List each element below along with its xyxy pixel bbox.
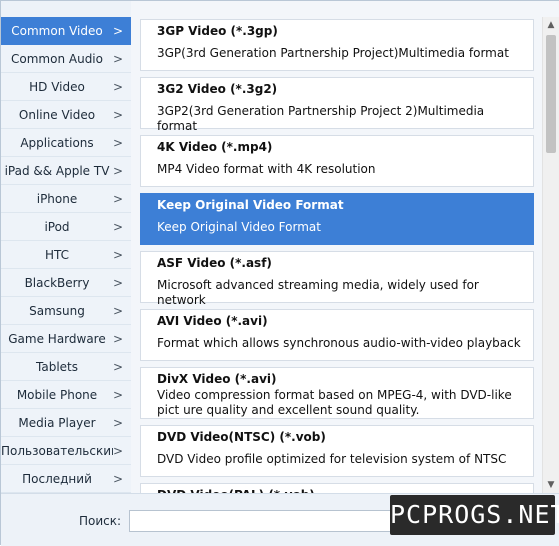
sidebar-item[interactable]: Common Audio > — [1, 45, 131, 73]
scroll-down-arrow-icon[interactable]: ▼ — [543, 477, 559, 493]
sidebar-item[interactable]: Media Player > — [1, 409, 131, 437]
sidebar-item-label: Online Video — [18, 108, 96, 122]
sidebar-item-label: Mobile Phone — [16, 388, 98, 402]
format-item[interactable]: DVD Video(PAL) (*.vob) — [140, 483, 534, 493]
list-top-strip — [131, 1, 559, 17]
format-title: ASF Video (*.asf) — [157, 256, 272, 270]
sidebar-item[interactable]: iPod > — [1, 213, 131, 241]
sidebar-item[interactable]: Mobile Phone > — [1, 381, 131, 409]
sidebar-item[interactable]: Samsung > — [1, 297, 131, 325]
sidebar-item-label: Common Video — [11, 24, 103, 38]
format-description: Microsoft advanced streaming media, wide… — [157, 278, 479, 307]
scroll-thumb[interactable] — [546, 35, 556, 153]
format-title: 4K Video (*.mp4) — [157, 140, 273, 154]
format-item[interactable]: ASF Video (*.asf) Microsoft advanced stre… — [140, 251, 534, 307]
sidebar-item-label: BlackBerry — [24, 276, 90, 290]
sidebar-item-label: Media Player — [18, 416, 96, 430]
format-description: Keep Original Video Format — [157, 220, 321, 234]
chevron-right-icon: > — [112, 416, 123, 430]
sidebar-item-label: Пользовательский — [1, 444, 113, 458]
sidebar-item[interactable]: HD Video > — [1, 73, 131, 101]
chevron-right-icon: > — [112, 332, 123, 346]
sidebar-item[interactable]: HTC > — [1, 241, 131, 269]
format-description: Format which allows synchronous audio-wi… — [157, 336, 521, 350]
watermark: PCPROGS.NET — [390, 495, 559, 535]
sidebar-item-label: Game Hardware — [8, 332, 106, 346]
sidebar-item-label: Applications — [20, 136, 94, 150]
format-title: DVD Video(NTSC) (*.vob) — [157, 430, 326, 444]
chevron-right-icon: > — [112, 220, 123, 234]
scroll-up-arrow-icon[interactable]: ▲ — [543, 17, 559, 33]
sidebar-item-label: HTC — [44, 248, 70, 262]
format-item[interactable]: 3G2 Video (*.3g2) 3GP2(3rd Generation Par… — [140, 77, 534, 133]
sidebar-item[interactable]: iPad && Apple TV > — [1, 157, 131, 185]
format-item[interactable]: DivX Video (*.avi) Video compression form… — [140, 367, 534, 419]
format-item[interactable]: 4K Video (*.mp4) MP4 Video format with 4K… — [140, 135, 534, 187]
format-item[interactable]: Keep Original Video Format Keep Original … — [140, 193, 534, 245]
chevron-right-icon: > — [112, 80, 123, 94]
chevron-right-icon: > — [112, 24, 123, 38]
chevron-right-icon: > — [112, 444, 123, 458]
sidebar-item[interactable]: Online Video > — [1, 101, 131, 129]
sidebar-item-label: iPad && Apple TV — [4, 164, 110, 178]
format-title: AVI Video (*.avi) — [157, 314, 268, 328]
chevron-right-icon: > — [112, 304, 123, 318]
search-label: Поиск: — [79, 514, 122, 528]
format-item[interactable]: AVI Video (*.avi) Format which allows syn… — [140, 309, 534, 361]
format-dialog: Common Video > Common Audio > HD Video > Onlin… — [0, 0, 559, 546]
format-list[interactable]: 3GP Video (*.3gp) 3GP(3rd Generation Part… — [131, 17, 542, 493]
category-sidebar: Common Video > Common Audio > HD Video > Onlin… — [1, 17, 131, 493]
format-description: 3GP2(3rd Generation Partnership Project … — [157, 104, 485, 133]
format-item[interactable]: DVD Video(NTSC) (*.vob) DVD Video profile… — [140, 425, 534, 477]
sidebar-item[interactable]: Common Video > — [1, 17, 131, 45]
format-title: 3GP Video (*.3gp) — [157, 24, 278, 38]
format-description: MP4 Video format with 4K resolution — [157, 162, 376, 176]
chevron-right-icon: > — [112, 52, 123, 66]
sidebar-item-label: Tablets — [36, 360, 78, 374]
format-title: 3G2 Video (*.3g2) — [157, 82, 278, 96]
chevron-right-icon: > — [112, 472, 123, 486]
sidebar-item-label: Samsung — [29, 304, 85, 318]
sidebar-item-label: Common Audio — [11, 52, 103, 66]
sidebar-item[interactable]: Applications > — [1, 129, 131, 157]
format-title: DivX Video (*.avi) — [157, 372, 277, 386]
chevron-right-icon: > — [112, 192, 123, 206]
sidebar-item[interactable]: Последний > — [1, 465, 131, 493]
chevron-right-icon: > — [112, 164, 123, 178]
format-item[interactable]: 3GP Video (*.3gp) 3GP(3rd Generation Part… — [140, 19, 534, 71]
format-list-scrollbar[interactable]: ▲ ▼ — [542, 17, 559, 493]
sidebar-item[interactable]: BlackBerry > — [1, 269, 131, 297]
sidebar-item[interactable]: iPhone > — [1, 185, 131, 213]
format-title: Keep Original Video Format — [157, 198, 344, 212]
chevron-right-icon: > — [112, 360, 123, 374]
format-description: DVD Video profile optimized for televisi… — [157, 452, 507, 466]
sidebar-item-label: HD Video — [29, 80, 85, 94]
sidebar-item-label: iPhone — [36, 192, 78, 206]
format-description: 3GP(3rd Generation Partnership Project)M… — [157, 46, 509, 60]
sidebar-item[interactable]: Game Hardware > — [1, 325, 131, 353]
sidebar-item-label: iPod — [44, 220, 70, 234]
sidebar-item-label: Последний — [22, 472, 92, 486]
sidebar-item[interactable]: Пользовательский > — [1, 437, 131, 465]
chevron-right-icon: > — [112, 248, 123, 262]
sidebar-item[interactable]: Tablets > — [1, 353, 131, 381]
chevron-right-icon: > — [112, 136, 123, 150]
chevron-right-icon: > — [112, 388, 123, 402]
chevron-right-icon: > — [112, 276, 123, 290]
format-description: Video compression format based on MPEG-4… — [157, 388, 512, 417]
chevron-right-icon: > — [112, 108, 123, 122]
